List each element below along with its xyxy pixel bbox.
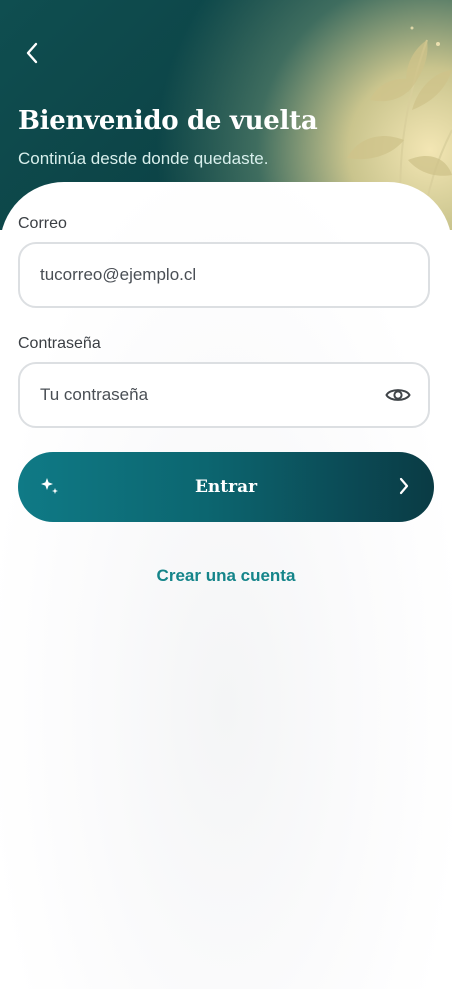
chevron-left-icon [26, 42, 38, 64]
toggle-password-visibility-button[interactable] [384, 381, 412, 409]
password-field-container [18, 362, 430, 428]
email-label: Correo [18, 215, 67, 232]
page-title: Bienvenido de vuelta [18, 106, 318, 136]
eye-icon [385, 389, 411, 401]
create-account-link[interactable]: Crear una cuenta [0, 566, 452, 586]
page-subtitle: Continúa desde donde quedaste. [18, 149, 269, 168]
email-field[interactable] [20, 265, 370, 285]
sparkle-icon [41, 478, 58, 494]
chevron-right-icon [399, 477, 409, 495]
submit-button[interactable]: Entrar [18, 452, 434, 522]
password-field[interactable] [20, 385, 370, 405]
email-field-container [18, 242, 430, 308]
submit-label: Entrar [194, 477, 258, 497]
back-button[interactable] [18, 38, 46, 68]
password-label: Contraseña [18, 335, 101, 352]
